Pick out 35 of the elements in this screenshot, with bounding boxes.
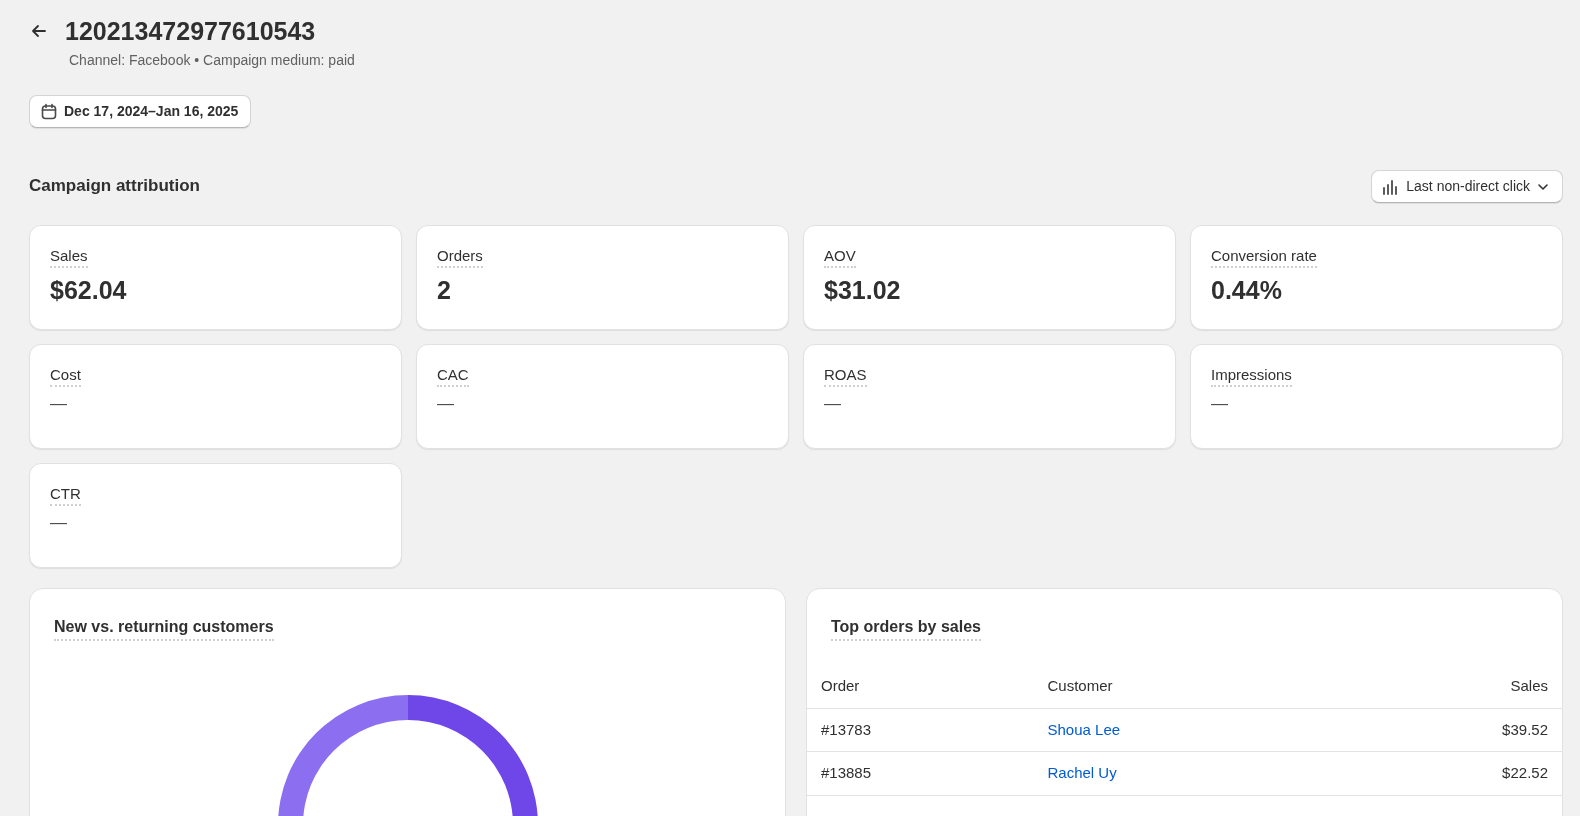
customer-link[interactable]: Rachel Uy — [1047, 764, 1117, 781]
column-header: Sales — [1338, 665, 1562, 708]
date-range-button[interactable]: Dec 17, 2024–Jan 16, 2025 — [29, 95, 252, 128]
calendar-icon — [40, 102, 58, 121]
card-title: Top orders by sales — [831, 615, 981, 641]
metric-value: $31.02 — [824, 274, 902, 306]
metric-value: 2 — [437, 274, 452, 306]
order-number-cell: #13783 — [807, 708, 1034, 752]
sales-cell: $22.52 — [1338, 751, 1562, 795]
metric-label: Cost — [50, 365, 81, 387]
page-title: 120213472977610543 — [65, 16, 316, 46]
metric-label: Conversion rate — [1211, 246, 1317, 268]
metric-label: ROAS — [824, 365, 867, 387]
metric-value: $62.04 — [50, 274, 128, 306]
metric-label: AOV — [824, 246, 856, 268]
column-header: Order — [807, 665, 1034, 708]
metric-value: — — [437, 392, 455, 415]
customer-link[interactable]: Shoua Lee — [1047, 720, 1121, 738]
metric-label: Orders — [437, 246, 483, 268]
metric-value: — — [50, 392, 68, 415]
section-title: Campaign attribution — [29, 176, 200, 197]
metric-value: — — [824, 392, 842, 415]
metric-label: CAC — [437, 365, 469, 387]
metric-label: CTR — [50, 484, 81, 506]
metric-label: Impressions — [1211, 365, 1292, 387]
metric-value: — — [50, 511, 68, 534]
attribution-model-dropdown[interactable]: Last non-direct click — [1371, 170, 1563, 203]
card-title: New vs. returning customers — [54, 615, 274, 641]
metric-value: — — [1211, 392, 1229, 415]
order-number-cell: #13885 — [807, 751, 1034, 795]
metric-value: 0.44% — [1211, 274, 1283, 306]
sales-cell: $39.52 — [1338, 708, 1562, 752]
column-header: Customer — [1033, 665, 1339, 708]
page-subtitle: Channel: Facebook • Campaign medium: paid — [69, 51, 356, 70]
metric-label: Sales — [50, 246, 88, 268]
